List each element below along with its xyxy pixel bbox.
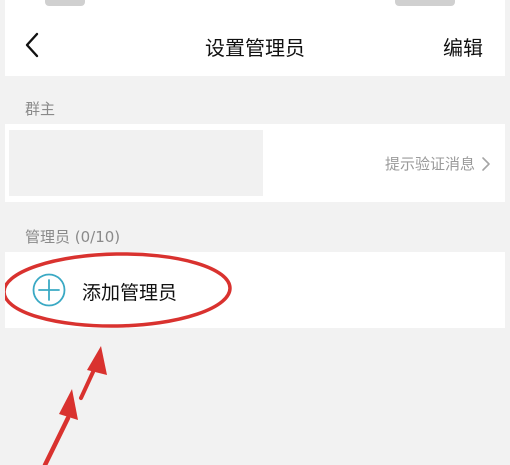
owner-info-redacted — [9, 130, 263, 196]
chevron-right-icon — [482, 156, 490, 171]
verify-message-link[interactable]: 提示验证消息 — [385, 153, 491, 174]
screen: 设置管理员 编辑 群主 提示验证消息 管理员 (0/10) 添加管理员 — [5, 0, 505, 465]
pointer-arrow-head — [59, 389, 78, 420]
pointer-arrow-segment — [42, 415, 71, 465]
page-title: 设置管理员 — [205, 36, 305, 60]
pointer-arrow-segment — [79, 370, 95, 400]
edit-button[interactable]: 编辑 — [443, 32, 483, 61]
status-bar-fragment — [395, 0, 455, 6]
add-admin-label: 添加管理员 — [82, 282, 178, 304]
owner-section-label: 群主 — [25, 100, 56, 118]
plus-circle-icon — [32, 273, 66, 307]
pointer-arrow-head — [87, 346, 107, 375]
navigation-bar: 设置管理员 编辑 — [5, 14, 505, 76]
verify-message-label: 提示验证消息 — [384, 155, 475, 173]
owner-row: 提示验证消息 — [5, 124, 505, 202]
admin-section-label: 管理员 (0/10) — [25, 228, 121, 246]
status-bar-fragment — [45, 0, 85, 6]
status-bar — [5, 0, 505, 14]
add-admin-button[interactable]: 添加管理员 — [5, 252, 505, 328]
